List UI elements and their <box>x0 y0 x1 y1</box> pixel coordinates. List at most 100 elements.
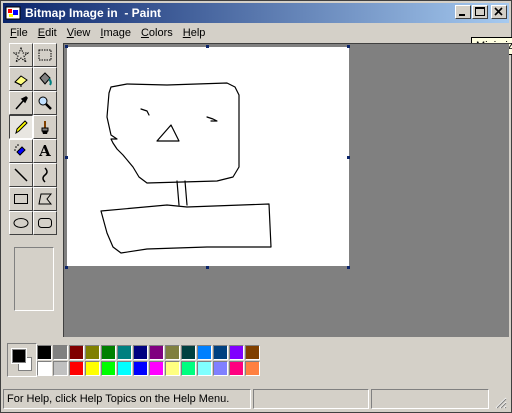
resize-handle[interactable] <box>347 156 350 159</box>
palette-swatch[interactable] <box>245 345 260 360</box>
palette-swatch[interactable] <box>85 361 100 376</box>
select-tool[interactable] <box>33 43 57 67</box>
rect-select-icon <box>38 49 52 61</box>
pick-color-tool[interactable] <box>9 91 33 115</box>
palette-swatch[interactable] <box>69 361 84 376</box>
paint-app-icon[interactable] <box>5 5 21 21</box>
polygon-tool[interactable] <box>33 187 57 211</box>
palette-swatch[interactable] <box>53 345 68 360</box>
menu-colors[interactable]: Colors <box>136 26 178 41</box>
curve-icon <box>42 167 48 183</box>
curve-tool[interactable] <box>33 163 57 187</box>
pencil-tool[interactable] <box>9 115 33 139</box>
text-icon: A <box>39 142 51 160</box>
current-colors-indicator[interactable] <box>7 343 37 377</box>
eraser-tool[interactable] <box>9 67 33 91</box>
palette-swatch[interactable] <box>133 361 148 376</box>
magnifier-tool[interactable] <box>33 91 57 115</box>
palette-swatch[interactable] <box>37 361 52 376</box>
canvas-workspace <box>63 43 509 337</box>
rectangle-icon <box>14 194 28 204</box>
brush-icon <box>41 121 49 134</box>
status-bar: For Help, click Help Topics on the Help … <box>3 389 509 411</box>
window-title: Bitmap Image in - Paint <box>25 6 162 20</box>
resize-handle[interactable] <box>65 45 68 48</box>
color-box <box>5 341 509 381</box>
status-help-text: For Help, click Help Topics on the Help … <box>3 389 251 409</box>
palette-swatch[interactable] <box>213 361 228 376</box>
status-pane-size <box>371 389 489 409</box>
magnifier-icon <box>38 96 52 110</box>
eyedropper-icon <box>15 96 28 110</box>
palette-swatch[interactable] <box>133 345 148 360</box>
toolbox: A <box>5 43 61 320</box>
palette-swatch[interactable] <box>181 361 196 376</box>
eraser-icon <box>14 75 28 87</box>
ellipse-tool[interactable] <box>9 211 33 235</box>
palette-swatch[interactable] <box>245 361 260 376</box>
rounded-rectangle-tool[interactable] <box>33 211 57 235</box>
pencil-icon <box>15 120 28 135</box>
text-tool[interactable]: A <box>33 139 57 163</box>
line-tool[interactable] <box>9 163 33 187</box>
menu-help[interactable]: Help <box>178 26 211 41</box>
resize-handle[interactable] <box>347 266 350 269</box>
title-bar[interactable]: Bitmap Image in - Paint <box>3 3 509 23</box>
palette-swatch[interactable] <box>165 361 180 376</box>
status-pane-coordinates <box>253 389 369 409</box>
drawing-canvas[interactable] <box>67 47 349 266</box>
palette-swatch[interactable] <box>117 345 132 360</box>
palette-swatch[interactable] <box>69 345 84 360</box>
menu-edit[interactable]: Edit <box>33 26 62 41</box>
resize-handle[interactable] <box>65 266 68 269</box>
palette-swatch[interactable] <box>117 361 132 376</box>
stick-figure-drawing <box>100 82 272 254</box>
resize-handle[interactable] <box>206 45 209 48</box>
polygon-icon <box>38 193 53 205</box>
menu-view[interactable]: View <box>62 26 96 41</box>
close-button[interactable] <box>491 5 507 19</box>
foreground-color-swatch <box>11 348 27 364</box>
fill-bucket-icon <box>39 72 52 86</box>
minimize-button[interactable] <box>455 5 471 19</box>
palette-swatch[interactable] <box>181 345 196 360</box>
star-select-icon <box>13 47 29 63</box>
palette-swatch[interactable] <box>85 345 100 360</box>
maximize-icon <box>475 7 485 16</box>
brush-tool[interactable] <box>33 115 57 139</box>
resize-handle[interactable] <box>347 45 350 48</box>
rounded-rectangle-icon <box>38 218 52 228</box>
palette-swatch[interactable] <box>197 361 212 376</box>
resize-grip[interactable] <box>491 389 507 409</box>
rectangle-tool[interactable] <box>9 187 33 211</box>
palette-swatch[interactable] <box>165 345 180 360</box>
palette-swatch[interactable] <box>197 345 212 360</box>
fill-tool[interactable] <box>33 67 57 91</box>
menu-file[interactable]: File <box>5 26 33 41</box>
palette-swatch[interactable] <box>101 345 116 360</box>
palette-swatch[interactable] <box>53 361 68 376</box>
maximize-button[interactable] <box>472 5 488 19</box>
color-palette <box>37 345 261 377</box>
line-icon <box>14 168 28 182</box>
palette-swatch[interactable] <box>149 361 164 376</box>
palette-swatch[interactable] <box>37 345 52 360</box>
resize-handle[interactable] <box>65 156 68 159</box>
palette-swatch[interactable] <box>149 345 164 360</box>
resize-grip-icon <box>495 397 507 409</box>
paint-window: Bitmap Image in - Paint File Edit View I… <box>0 0 512 413</box>
menu-image[interactable]: Image <box>95 26 136 41</box>
close-icon <box>494 7 503 16</box>
menu-bar: File Edit View Image Colors Help <box>5 25 210 42</box>
resize-handle[interactable] <box>206 266 209 269</box>
tool-options-panel[interactable] <box>14 247 54 311</box>
minimize-icon <box>459 14 465 16</box>
palette-swatch[interactable] <box>101 361 116 376</box>
free-form-select-tool[interactable] <box>9 43 33 67</box>
palette-swatch[interactable] <box>229 345 244 360</box>
airbrush-tool[interactable] <box>9 139 33 163</box>
airbrush-icon <box>14 144 26 156</box>
ellipse-icon <box>13 218 29 228</box>
palette-swatch[interactable] <box>213 345 228 360</box>
palette-swatch[interactable] <box>229 361 244 376</box>
